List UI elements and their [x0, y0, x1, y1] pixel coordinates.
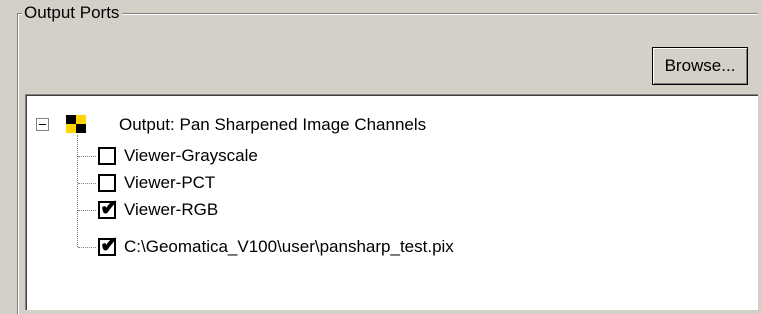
output-tree: Output: Pan Sharpened Image Channels Vie… — [25, 94, 758, 310]
tree-connector-line — [78, 210, 96, 211]
checkbox-viewer-grayscale[interactable] — [98, 147, 116, 165]
tree-connector-line — [78, 247, 96, 248]
tree-connector-line — [78, 183, 96, 184]
tree-item-label[interactable]: Viewer-PCT — [124, 172, 215, 194]
tree-item-label[interactable]: Viewer-RGB — [124, 199, 218, 221]
checkbox-output-file[interactable]: ✔ — [98, 234, 118, 256]
groupbox-title: Output Ports — [22, 3, 123, 23]
tree-root-label[interactable]: Output: Pan Sharpened Image Channels — [119, 114, 426, 136]
tree-connector-line — [77, 135, 78, 247]
browse-button[interactable]: Browse... — [652, 47, 748, 85]
tree-item-label[interactable]: Viewer-Grayscale — [124, 145, 258, 167]
collapse-icon[interactable] — [36, 118, 49, 131]
tree-connector-line — [78, 156, 96, 157]
output-port-icon — [66, 115, 86, 133]
checkbox-viewer-pct[interactable] — [98, 174, 116, 192]
checkmark-icon: ✔ — [100, 232, 119, 257]
checkmark-icon — [100, 143, 122, 165]
checkmark-icon: ✔ — [100, 195, 119, 220]
checkmark-icon — [100, 170, 122, 192]
tree-item-label[interactable]: C:\Geomatica_V100\user\pansharp_test.pix — [124, 236, 454, 258]
checkbox-viewer-rgb[interactable]: ✔ — [98, 197, 118, 219]
